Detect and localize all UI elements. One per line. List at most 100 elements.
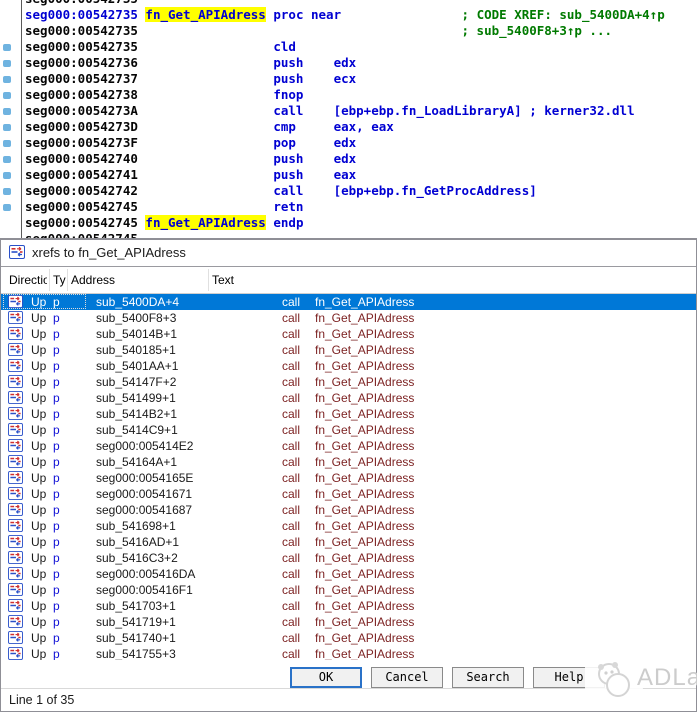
disasm-line[interactable]: seg000:00542745 fn_Get_APIAdress endp — [25, 215, 665, 231]
xref-row[interactable]: Uppsub_5401AA+1callfn_Get_APIAdress — [1, 358, 696, 374]
xref-row[interactable]: Uppsub_541499+1callfn_Get_APIAdress — [1, 390, 696, 406]
disasm-line[interactable]: seg000:0054273A call [ebp+ebp.fn_LoadLib… — [25, 103, 665, 119]
xref-address: seg000:005416F1 — [96, 583, 193, 597]
xref-type: p — [53, 327, 60, 341]
xref-row[interactable]: Uppseg000:00541671callfn_Get_APIAdress — [1, 486, 696, 502]
help-button[interactable]: Help — [533, 667, 605, 688]
disasm-line[interactable]: seg000:0054273D cmp eax, eax — [25, 119, 665, 135]
xref-type: p — [53, 519, 60, 533]
xref-direction: Up — [31, 455, 46, 469]
disasm-line[interactable]: seg000:00542745 retn — [25, 199, 665, 215]
column-header-address[interactable]: Address — [71, 273, 206, 287]
xref-type: p — [53, 583, 60, 597]
column-header-direction[interactable]: Direction — [9, 273, 47, 287]
xref-type: p — [53, 311, 60, 325]
disasm-line[interactable]: seg000:00542740 push edx — [25, 151, 665, 167]
xref-row[interactable]: Uppseg000:0054165Ecallfn_Get_APIAdress — [1, 470, 696, 486]
xref-text-operand: fn_Get_APIAdress — [315, 295, 414, 309]
disasm-line[interactable]: seg000:00542738 fnop — [25, 87, 665, 103]
cancel-button[interactable]: Cancel — [371, 667, 443, 688]
xref-row[interactable]: Uppsub_541755+3callfn_Get_APIAdress — [1, 646, 696, 660]
xref-type: p — [53, 551, 60, 565]
xref-direction: Up — [31, 311, 46, 325]
xref-row[interactable]: Uppseg000:005414E2callfn_Get_APIAdress — [1, 438, 696, 454]
disasm-line[interactable]: seg000:00542735 fn_Get_APIAdress proc ne… — [25, 7, 665, 23]
xref-icon — [8, 631, 23, 644]
column-separator[interactable] — [49, 269, 50, 291]
xref-row[interactable]: Uppsub_5400F8+3callfn_Get_APIAdress — [1, 310, 696, 326]
xref-type: p — [53, 295, 60, 309]
xref-address: sub_5400DA+4 — [96, 295, 179, 309]
disasm-line[interactable]: seg000:00542737 push ecx — [25, 71, 665, 87]
xref-text-operand: fn_Get_APIAdress — [315, 487, 414, 501]
xref-row[interactable]: Uppsub_541719+1callfn_Get_APIAdress — [1, 614, 696, 630]
xref-direction: Up — [31, 375, 46, 389]
xref-row[interactable]: Uppsub_5416AD+1callfn_Get_APIAdress — [1, 534, 696, 550]
xref-row[interactable]: Uppseg000:005416DAcallfn_Get_APIAdress — [1, 566, 696, 582]
disasm-line[interactable]: seg000:00542735 ; sub_5400F8+3↑p ... — [25, 23, 665, 39]
xref-icon — [8, 615, 23, 628]
xref-row[interactable]: Uppsub_5416C3+2callfn_Get_APIAdress — [1, 550, 696, 566]
xref-icon — [8, 343, 23, 356]
xref-row[interactable]: Uppsub_5414C9+1callfn_Get_APIAdress — [1, 422, 696, 438]
xref-row[interactable]: Uppsub_5400DA+4callfn_Get_APIAdress — [1, 294, 696, 310]
column-separator[interactable] — [208, 269, 209, 291]
xref-text-operand: fn_Get_APIAdress — [315, 439, 414, 453]
xref-text-mnemonic: call — [282, 471, 300, 485]
xref-text-mnemonic: call — [282, 423, 300, 437]
instruction-dot-icon — [3, 60, 11, 67]
xref-text-mnemonic: call — [282, 343, 300, 357]
xref-icon — [8, 599, 23, 612]
xref-row[interactable]: Uppsub_54164A+1callfn_Get_APIAdress — [1, 454, 696, 470]
xref-direction: Up — [31, 343, 46, 357]
xref-icon — [8, 567, 23, 580]
xref-row[interactable]: Uppsub_541740+1callfn_Get_APIAdress — [1, 630, 696, 646]
xref-text-mnemonic: call — [282, 455, 300, 469]
xref-type: p — [53, 567, 60, 581]
instruction-dot-icon — [3, 172, 11, 179]
disasm-line[interactable]: seg000:00542735 cld — [25, 39, 665, 55]
xref-row[interactable]: Uppsub_541698+1callfn_Get_APIAdress — [1, 518, 696, 534]
column-header-type[interactable]: Typ — [53, 273, 66, 287]
xref-list: Uppsub_5400DA+4callfn_Get_APIAdressUppsu… — [1, 294, 696, 660]
xref-row[interactable]: Uppseg000:00541687callfn_Get_APIAdress — [1, 502, 696, 518]
xref-text-operand: fn_Get_APIAdress — [315, 471, 414, 485]
xref-icon — [8, 407, 23, 420]
xref-row[interactable]: Uppsub_540185+1callfn_Get_APIAdress — [1, 342, 696, 358]
disasm-line[interactable]: seg000:00542735 — [25, 0, 665, 7]
xref-address: sub_541698+1 — [96, 519, 176, 533]
search-button[interactable]: Search — [452, 667, 524, 688]
xref-row[interactable]: Uppseg000:005416F1callfn_Get_APIAdress — [1, 582, 696, 598]
xref-text-mnemonic: call — [282, 391, 300, 405]
dialog-titlebar[interactable]: xrefs to fn_Get_APIAdress — [1, 240, 696, 267]
instruction-dot-icon — [3, 188, 11, 195]
xref-type: p — [53, 455, 60, 469]
xref-text-mnemonic: call — [282, 295, 300, 309]
xref-address: sub_541755+3 — [96, 647, 176, 660]
xref-address: sub_5416AD+1 — [96, 535, 179, 549]
xref-text-operand: fn_Get_APIAdress — [315, 503, 414, 517]
disasm-line[interactable]: seg000:00542741 push eax — [25, 167, 665, 183]
xref-icon — [8, 455, 23, 468]
disasm-line[interactable]: seg000:00542742 call [ebp+ebp.fn_GetProc… — [25, 183, 665, 199]
xref-row[interactable]: Uppsub_5414B2+1callfn_Get_APIAdress — [1, 406, 696, 422]
xref-row[interactable]: Uppsub_54147F+2callfn_Get_APIAdress — [1, 374, 696, 390]
xref-address: sub_54147F+2 — [96, 375, 176, 389]
xref-text-operand: fn_Get_APIAdress — [315, 583, 414, 597]
column-header-text[interactable]: Text — [212, 273, 412, 287]
xref-text-operand: fn_Get_APIAdress — [315, 423, 414, 437]
xref-icon — [8, 519, 23, 532]
xref-direction: Up — [31, 519, 46, 533]
ok-button[interactable]: OK — [290, 667, 362, 688]
xref-icon — [8, 359, 23, 372]
xref-row[interactable]: Uppsub_541703+1callfn_Get_APIAdress — [1, 598, 696, 614]
xref-text-mnemonic: call — [282, 551, 300, 565]
column-separator[interactable] — [67, 269, 68, 291]
xref-address: seg000:005416DA — [96, 567, 195, 581]
disasm-line[interactable]: seg000:0054273F pop edx — [25, 135, 665, 151]
xref-direction: Up — [31, 503, 46, 517]
xref-direction: Up — [31, 647, 46, 660]
xref-text-mnemonic: call — [282, 487, 300, 501]
xref-row[interactable]: Uppsub_54014B+1callfn_Get_APIAdress — [1, 326, 696, 342]
disasm-line[interactable]: seg000:00542736 push edx — [25, 55, 665, 71]
